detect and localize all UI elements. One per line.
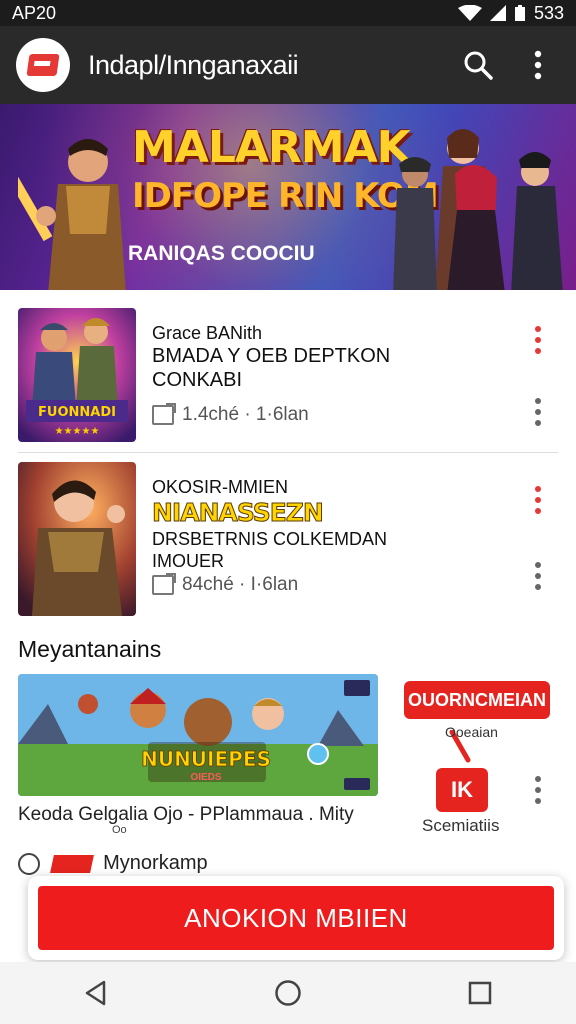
search-button[interactable] xyxy=(456,43,500,87)
brand-flag-icon xyxy=(49,854,94,873)
divider xyxy=(18,452,558,453)
promo-image-title: NUNUIEPES xyxy=(141,747,271,771)
card-line4: IMOUER xyxy=(152,551,224,571)
more-vert-icon xyxy=(534,50,542,80)
home-icon xyxy=(275,980,301,1006)
promo-image-subtitle: OIEDS xyxy=(190,772,221,783)
home-button[interactable] xyxy=(258,968,318,1018)
hero-tagline: RANIQAS COOCIU xyxy=(128,242,315,265)
hero-warrior-illustration xyxy=(18,139,126,290)
promo-image[interactable]: NUNUIEPES OIEDS xyxy=(18,674,378,796)
card-thumbnail xyxy=(18,462,136,616)
hero-banner[interactable]: MALARMAK IDFOPE RIN KOM RANIQAS COOCIU xyxy=(0,104,576,290)
app-bar: Indapl/Innganaxaii xyxy=(0,26,576,104)
wifi-icon xyxy=(457,5,482,21)
card-line3: CONKABI xyxy=(152,369,243,391)
battery-level: 533 xyxy=(533,2,564,23)
card-highlight-title: NIANASSEZN xyxy=(152,498,325,528)
section-icon xyxy=(18,852,40,875)
card-thumbnail: FUONNADI ★★★★★ xyxy=(18,308,136,442)
card-thumbnail-stars: ★★★★★ xyxy=(55,426,100,437)
app-title: Indapl/Innganaxaii xyxy=(88,49,299,80)
card-meta-text: 1.4ché · 1·6lan xyxy=(182,404,309,425)
promo-caption[interactable]: Keoda Gelgalia Ojo - PPlammaua . Mity xyxy=(18,804,354,826)
section-title: Meyantanains xyxy=(18,636,162,662)
promo-logo-label: Scemiatiis xyxy=(422,816,500,835)
status-bar: AP20 533 xyxy=(0,0,576,26)
overflow-menu-button[interactable] xyxy=(516,43,560,87)
card-meta: 1.4ché · 1·6lan xyxy=(152,403,309,426)
card-text: Grace BANith BMADA Y OEB DEPTKON CONKABI xyxy=(152,322,522,392)
signal-icon xyxy=(489,5,506,21)
card-options-button[interactable] xyxy=(534,326,542,354)
status-time: AP20 xyxy=(12,2,57,23)
app-screen: AP20 533 Indapl/Innganaxaii MALARMAK IDF… xyxy=(0,0,576,1024)
card-meta: 84ché · I·6lan xyxy=(152,573,299,596)
card-more-button[interactable] xyxy=(534,562,542,590)
app-logo[interactable] xyxy=(16,38,70,92)
back-icon xyxy=(85,980,106,1006)
primary-cta-button[interactable]: ANOKION MBIIEN xyxy=(38,886,554,950)
card-line1: OKOSIR-MMIEN xyxy=(152,477,289,497)
promo-caption-sub: Oo xyxy=(112,824,127,836)
recents-button[interactable] xyxy=(450,968,510,1018)
logo-mark-icon xyxy=(26,54,60,76)
open-external-icon xyxy=(152,573,176,595)
card-text: OKOSIR-MMIEN NIANASSEZN DRSBETRNIS COLKE… xyxy=(152,476,522,572)
promo-small-label: Ooeaian xyxy=(445,724,498,740)
system-navigation-bar xyxy=(0,962,576,1024)
card-options-button[interactable] xyxy=(534,486,542,514)
promo-logo-icon[interactable]: IK xyxy=(436,768,488,812)
list-item[interactable]: OKOSIR-MMIEN NIANASSEZN DRSBETRNIS COLKE… xyxy=(0,462,576,616)
promo-more-button[interactable] xyxy=(534,776,542,804)
card-meta-text: 84ché · I·6lan xyxy=(182,574,299,595)
cta-container: ANOKION MBIIEN xyxy=(28,876,564,960)
card-more-button[interactable] xyxy=(534,398,542,426)
card-line2: BMADA Y OEB DEPTKON xyxy=(152,345,391,367)
battery-icon xyxy=(514,5,525,21)
status-icons: 533 xyxy=(457,2,564,24)
next-section-peek: Mynorkamp xyxy=(18,852,208,875)
search-icon xyxy=(464,51,493,80)
back-button[interactable] xyxy=(66,968,126,1018)
promo-badge-button[interactable]: OUORNCMEIAN xyxy=(404,681,550,719)
card-thumbnail-title: FUONNADI xyxy=(38,405,116,420)
open-external-icon xyxy=(152,403,176,425)
card-line3: DRSBETRNIS COLKEMDAN xyxy=(152,529,388,549)
recents-icon xyxy=(468,981,492,1005)
card-line1: Grace BANith xyxy=(152,323,263,343)
peek-label: Mynorkamp xyxy=(103,852,208,874)
list-item[interactable]: FUONNADI ★★★★★ Grace BANith BMADA Y OEB … xyxy=(0,308,576,460)
hero-title: MALARMAK xyxy=(132,122,411,173)
hero-characters-illustration xyxy=(393,129,563,290)
